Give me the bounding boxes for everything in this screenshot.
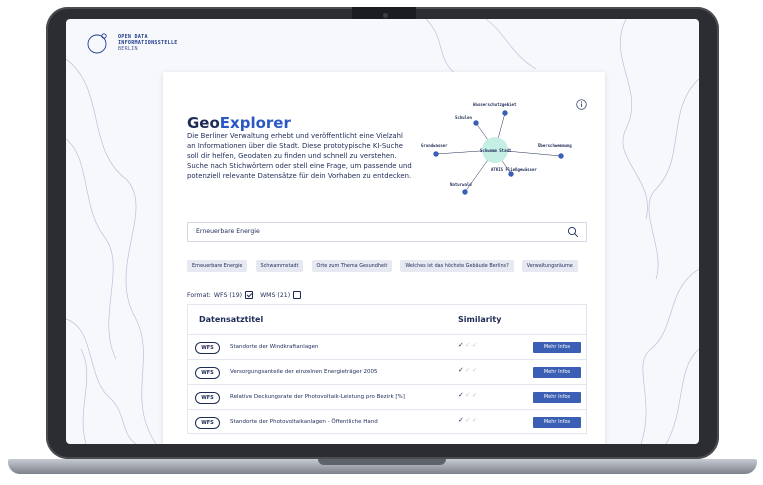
more-info-button[interactable]: Mehr Infos bbox=[533, 392, 581, 403]
dataset-title: Standorte der Windkraftanlagen bbox=[230, 344, 319, 350]
title-prefix: Geo bbox=[187, 114, 220, 132]
wms-checkbox[interactable] bbox=[293, 291, 302, 299]
dataset-title: Relative Deckungsrate der Photovoltaik-L… bbox=[230, 394, 405, 400]
graph-label: Naturwald bbox=[450, 182, 472, 187]
check-icon: ✓ bbox=[458, 341, 465, 349]
more-info-button[interactable]: Mehr Infos bbox=[533, 367, 581, 378]
format-badge: WFS bbox=[195, 417, 220, 429]
format-label: Format: bbox=[187, 291, 211, 299]
graph-node bbox=[558, 153, 564, 159]
search-input[interactable]: Erneuerbare Energie bbox=[187, 222, 587, 242]
screen: OPEN DATA INFORMATIONSSTELLE BERLIN GeoE… bbox=[66, 19, 699, 444]
wfs-checkbox[interactable] bbox=[245, 291, 254, 299]
wms-label: WMS (21) bbox=[260, 291, 291, 299]
chip-verwaltungsraeume[interactable]: Verwaltungsräume bbox=[521, 260, 578, 272]
check-icon: ✓✓ bbox=[464, 341, 479, 349]
check-icon: ✓ bbox=[458, 366, 465, 374]
laptop-base-groove bbox=[318, 459, 446, 465]
format-badge: WFS bbox=[195, 367, 220, 379]
table-header: Datensatztitel Similarity bbox=[187, 304, 587, 334]
similarity-rating: ✓✓✓ bbox=[458, 416, 479, 424]
format-filter: Format: WFS (19) WMS (21) bbox=[187, 291, 305, 299]
graph-label: Grundwasser bbox=[421, 143, 448, 148]
format-badge: WFS bbox=[195, 392, 220, 404]
check-icon: ✓✓ bbox=[464, 366, 479, 374]
search-icon[interactable] bbox=[567, 226, 579, 238]
check-icon: ✓✓ bbox=[464, 416, 479, 424]
graph-node bbox=[502, 110, 508, 116]
more-info-button[interactable]: Mehr Infos bbox=[533, 342, 581, 353]
dataset-title: Standorte der Photovoltaikanlagen - Öffe… bbox=[230, 419, 378, 425]
graph-node bbox=[508, 171, 514, 177]
main-panel: GeoExplorer Die Berliner Verwaltung erhe… bbox=[163, 72, 605, 444]
logo-text: OPEN DATA INFORMATIONSSTELLE BERLIN bbox=[118, 34, 178, 52]
knowledge-graph: Wasserschutzgebiet Schulen Grundwasser Ü… bbox=[421, 102, 572, 195]
results-table: Datensatztitel Similarity WFS Standorte … bbox=[187, 304, 587, 434]
similarity-rating: ✓✓✓ bbox=[458, 391, 479, 399]
logo-line-3: BERLIN bbox=[118, 46, 138, 52]
similarity-rating: ✓✓✓ bbox=[458, 341, 479, 349]
column-header-title: Datensatztitel bbox=[199, 315, 264, 324]
logo-icon bbox=[87, 33, 107, 54]
table-row: WFS Standorte der Photovoltaikanlagen - … bbox=[187, 409, 587, 434]
chip-erneuerbare-energie[interactable]: Erneuerbare Energie bbox=[187, 260, 248, 272]
table-row: WFS Versorgungsanteile der einzelnen Ene… bbox=[187, 359, 587, 384]
graph-label: Überschwemmung bbox=[538, 143, 572, 148]
graph-node bbox=[473, 120, 479, 126]
wfs-label: WFS (19) bbox=[213, 291, 243, 299]
title-accent: Explorer bbox=[219, 114, 291, 132]
camera-icon bbox=[383, 13, 388, 18]
graph-label: Schulen bbox=[455, 115, 472, 120]
graph-label: ATKIS Fließgewässer bbox=[491, 167, 537, 172]
chip-gesundheit[interactable]: Orte zum Thema Gesundheit bbox=[311, 260, 393, 272]
chip-schwammstadt[interactable]: Schwammstadt bbox=[255, 260, 304, 272]
page-title: GeoExplorer bbox=[187, 114, 291, 132]
table-row: WFS Standorte der Windkraftanlagen ✓✓✓ M… bbox=[187, 334, 587, 359]
more-info-button[interactable]: Mehr Infos bbox=[533, 417, 581, 428]
search-value[interactable]: Erneuerbare Energie bbox=[196, 228, 260, 235]
graph-center-label: Schwamm Stadt bbox=[480, 148, 512, 153]
graph-node bbox=[433, 151, 439, 157]
check-icon: ✓✓ bbox=[464, 391, 479, 399]
graph-label: Wasserschutzgebiet bbox=[473, 102, 517, 107]
table-row: WFS Relative Deckungsrate der Photovolta… bbox=[187, 384, 587, 409]
column-header-similarity: Similarity bbox=[458, 315, 502, 324]
similarity-rating: ✓✓✓ bbox=[458, 366, 479, 374]
format-badge: WFS bbox=[195, 342, 220, 354]
chip-hoechstes-gebaeude[interactable]: Welches ist das höchste Gebäude Berlins? bbox=[400, 260, 514, 272]
suggestion-chips: Erneuerbare Energie Schwammstadt Orte zu… bbox=[187, 252, 587, 275]
description: Die Berliner Verwaltung erhebt und veröf… bbox=[187, 132, 412, 180]
graph-node bbox=[462, 189, 468, 195]
check-icon: ✓ bbox=[458, 391, 465, 399]
dataset-title: Versorgungsanteile der einzelnen Energie… bbox=[230, 369, 378, 375]
check-icon: ✓ bbox=[458, 416, 465, 424]
